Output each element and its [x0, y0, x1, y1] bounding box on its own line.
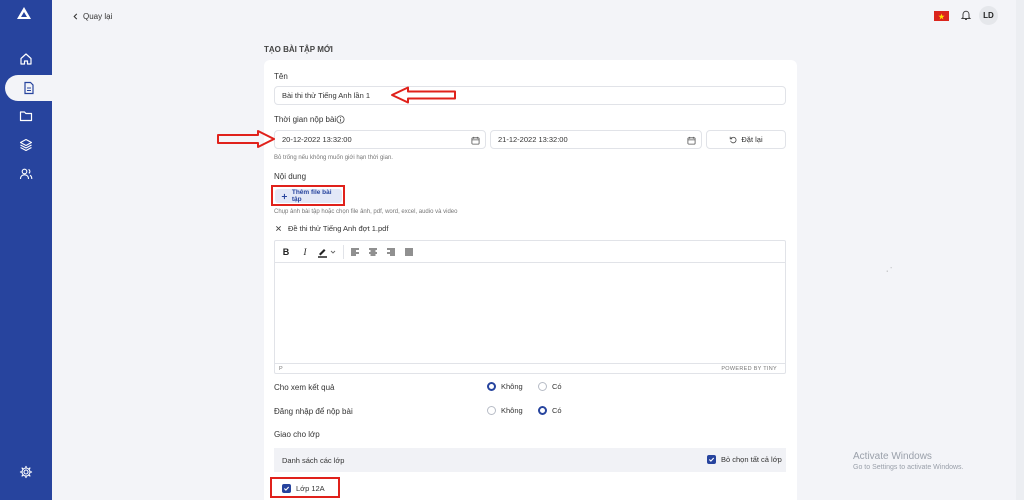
page-scrollbar[interactable] — [1016, 0, 1024, 500]
calendar-icon[interactable] — [471, 136, 480, 145]
show-result-yes[interactable]: Có — [538, 382, 562, 391]
settings-icon — [19, 465, 33, 479]
editor-toolbar: B I — [275, 241, 785, 263]
chevron-left-icon — [73, 13, 78, 20]
sidebar — [0, 0, 52, 500]
page-title: TẠO BÀI TẬP MỚI — [264, 45, 333, 54]
assign-label: Giao cho lớp — [274, 430, 320, 439]
attached-file-name: Đề thi thử Tiếng Anh đợt 1.pdf — [288, 224, 389, 233]
add-file-hint: Chụp ảnh bài tập hoặc chọn file ảnh, pdf… — [274, 209, 458, 215]
class-list-header: Danh sách các lớp Bỏ chọn tất cả lớp — [274, 448, 786, 472]
align-left-icon[interactable] — [349, 246, 361, 258]
check-icon — [708, 457, 715, 462]
radio-label: Có — [552, 382, 562, 391]
annotation-box-class — [270, 477, 340, 498]
editor-path: P — [279, 366, 283, 372]
annotation-box-add-file — [271, 185, 345, 206]
sidebar-item-settings[interactable] — [9, 459, 43, 485]
radio-selected[interactable] — [487, 382, 496, 391]
top-bar: Quay lại LD — [52, 0, 1024, 34]
logo-icon — [17, 7, 31, 19]
close-icon[interactable] — [275, 225, 282, 232]
editor-statusbar: P POWERED BY TINY — [275, 363, 785, 373]
login-submit-no[interactable]: Không — [487, 406, 523, 415]
calendar-icon[interactable] — [687, 136, 696, 145]
show-result-no[interactable]: Không — [487, 382, 523, 391]
show-result-label: Cho xem kết quả — [274, 383, 335, 392]
user-avatar[interactable]: LD — [979, 6, 998, 25]
reset-button[interactable]: Đặt lại — [706, 130, 786, 149]
align-center-icon[interactable] — [367, 246, 379, 258]
bold-icon[interactable]: B — [280, 246, 292, 258]
annotation-arrow-name — [391, 86, 456, 104]
folder-icon — [19, 111, 33, 122]
back-button[interactable]: Quay lại — [72, 12, 112, 21]
end-date-input[interactable]: 21-12-2022 13:32:00 — [490, 130, 702, 149]
start-date-input[interactable]: 20-12-2022 13:32:00 — [274, 130, 486, 149]
align-right-icon[interactable] — [385, 246, 397, 258]
class-list-label: Danh sách các lớp — [282, 456, 345, 465]
start-date-value: 20-12-2022 13:32:00 — [282, 135, 352, 144]
back-label: Quay lại — [83, 12, 113, 21]
deadline-hint: Bỏ trống nếu không muốn giới hạn thời gi… — [274, 155, 393, 161]
flag-icon — [938, 13, 945, 19]
watermark-title: Activate Windows — [853, 451, 932, 462]
sidebar-item-users[interactable] — [9, 161, 43, 187]
sidebar-item-files[interactable] — [9, 103, 43, 129]
language-flag-button[interactable] — [934, 11, 949, 21]
end-date-value: 21-12-2022 13:32:00 — [498, 135, 568, 144]
sidebar-item-assignments[interactable] — [5, 75, 52, 101]
sidebar-item-layers[interactable] — [9, 132, 43, 158]
editor-powered-by[interactable]: POWERED BY TINY — [721, 366, 777, 372]
radio-unselected[interactable] — [487, 406, 496, 415]
radio-selected[interactable] — [538, 406, 547, 415]
annotation-arrow-date — [217, 130, 275, 148]
sidebar-item-home[interactable] — [9, 46, 43, 72]
rich-text-editor[interactable]: B I P POWERED BY TINY — [274, 240, 786, 374]
deselect-all-label: Bỏ chọn tất cả lớp — [721, 455, 782, 464]
bell-icon[interactable] — [960, 9, 972, 21]
stray-dots: · ˙ — [886, 268, 893, 275]
radio-label: Không — [501, 382, 523, 391]
deadline-label: Thời gian nộp bài — [274, 115, 337, 124]
document-icon — [23, 81, 34, 95]
radio-label: Không — [501, 406, 523, 415]
windows-activation-watermark: Activate Windows Go to Settings to activ… — [853, 451, 964, 471]
reset-icon — [730, 136, 737, 143]
attached-file: Đề thi thử Tiếng Anh đợt 1.pdf — [275, 224, 388, 233]
watermark-subtitle: Go to Settings to activate Windows. — [853, 464, 964, 471]
form-card: Tên Bài thi thử Tiếng Anh lần 1 Thời gia… — [264, 60, 797, 500]
reset-label: Đặt lại — [741, 135, 763, 144]
radio-unselected[interactable] — [538, 382, 547, 391]
name-label: Tên — [274, 72, 288, 81]
deselect-all-checkbox[interactable]: Bỏ chọn tất cả lớp — [707, 455, 782, 464]
italic-icon[interactable]: I — [299, 246, 311, 258]
content-label: Nội dung — [274, 172, 307, 181]
align-justify-icon[interactable] — [403, 246, 415, 258]
users-icon — [19, 168, 33, 180]
login-submit-yes[interactable]: Có — [538, 406, 562, 415]
login-submit-label: Đăng nhập để nộp bài — [274, 407, 353, 416]
info-icon — [336, 115, 345, 124]
home-icon — [20, 53, 32, 65]
layers-icon — [19, 138, 33, 152]
name-input[interactable]: Bài thi thử Tiếng Anh lần 1 — [274, 86, 786, 105]
radio-label: Có — [552, 406, 562, 415]
checkbox-checked[interactable] — [707, 455, 716, 464]
highlight-icon[interactable] — [317, 246, 339, 258]
